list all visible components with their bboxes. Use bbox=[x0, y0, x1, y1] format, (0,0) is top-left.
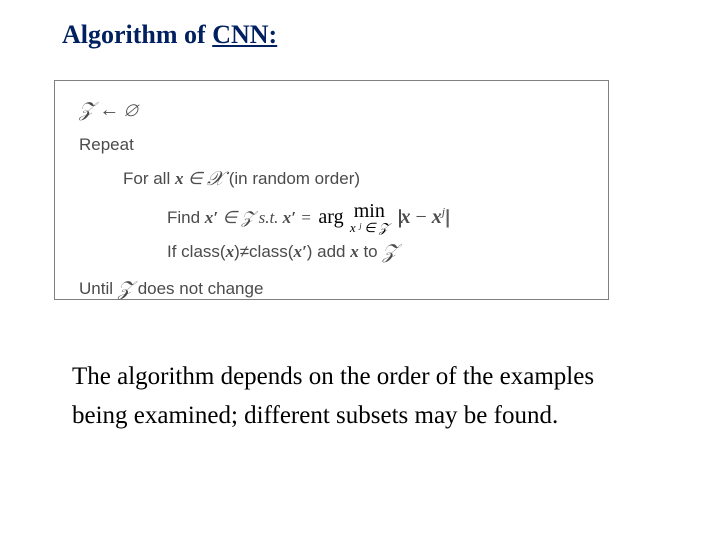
in-symbol: ∈ bbox=[183, 169, 206, 188]
footer-line1: The algorithm depends on the order of th… bbox=[72, 358, 680, 397]
set-X: 𝒳 bbox=[207, 168, 224, 190]
min-stack: min x ʲ ∈ 𝒵 bbox=[350, 201, 389, 234]
find-prefix: Find x′ ∈ 𝒵 s.t. x′ = bbox=[167, 205, 312, 231]
if-x2: x bbox=[350, 242, 359, 261]
footer-paragraph: The algorithm depends on the order of th… bbox=[72, 358, 680, 436]
until-text: Until bbox=[79, 279, 118, 298]
algo-forall: For all x ∈ 𝒳 (in random order) bbox=[123, 164, 590, 195]
norm-x: x bbox=[401, 206, 411, 228]
algo-until: Until 𝒵 does not change bbox=[79, 274, 590, 305]
eq-sign: = bbox=[296, 208, 312, 227]
var-xprime2: x′ bbox=[283, 208, 296, 227]
var-xprime: x′ bbox=[205, 208, 218, 227]
arg-text: arg bbox=[318, 202, 343, 233]
if-Z: 𝒵 bbox=[382, 241, 397, 263]
algo-init-expr: 𝒵 ← ∅ bbox=[79, 99, 137, 121]
algo-repeat: Repeat bbox=[79, 132, 590, 158]
algorithm-box: 𝒵 ← ∅ Repeat For all x ∈ 𝒳 (in random or… bbox=[54, 80, 609, 300]
algo-ifclass: If class(x)≠class(x′) add x to 𝒵 bbox=[167, 237, 590, 268]
min-text: min bbox=[350, 201, 389, 221]
in-Z-st: ∈ 𝒵 s.t. bbox=[218, 208, 283, 227]
title-prefix: Algorithm of bbox=[62, 20, 212, 49]
slide: Algorithm of CNN: 𝒵 ← ∅ Repeat For all x… bbox=[0, 0, 720, 540]
if-ne: )≠class( bbox=[234, 242, 293, 261]
if-add: ) add bbox=[307, 242, 350, 261]
if-to: to bbox=[359, 242, 383, 261]
norm-open: || bbox=[397, 206, 399, 228]
slide-title: Algorithm of CNN: bbox=[62, 20, 277, 50]
if-text: If class( bbox=[167, 242, 226, 261]
algo-for-tail: (in random order) bbox=[224, 169, 360, 188]
norm-close: || bbox=[445, 206, 447, 228]
norm-minus: − bbox=[411, 206, 432, 228]
find-word: Find bbox=[167, 208, 205, 227]
until-tail: does not change bbox=[133, 279, 263, 298]
norm-expression: ||x − xj|| bbox=[397, 202, 448, 233]
algo-for-text: For all bbox=[123, 169, 175, 188]
if-xprime: x′ bbox=[293, 242, 306, 261]
algo-init: 𝒵 ← ∅ bbox=[79, 95, 590, 126]
min-sub: x ʲ ∈ 𝒵 bbox=[350, 221, 389, 234]
until-Z: 𝒵 bbox=[118, 278, 133, 300]
if-x1: x bbox=[226, 242, 235, 261]
argmin-block: arg min x ʲ ∈ 𝒵 bbox=[318, 201, 388, 234]
norm-xj-x: x bbox=[432, 206, 442, 228]
footer-line2: being examined; different subsets may be… bbox=[72, 397, 680, 436]
title-underlined: CNN: bbox=[212, 20, 277, 49]
algo-find: Find x′ ∈ 𝒵 s.t. x′ = arg min x ʲ ∈ 𝒵 ||… bbox=[167, 201, 590, 231]
